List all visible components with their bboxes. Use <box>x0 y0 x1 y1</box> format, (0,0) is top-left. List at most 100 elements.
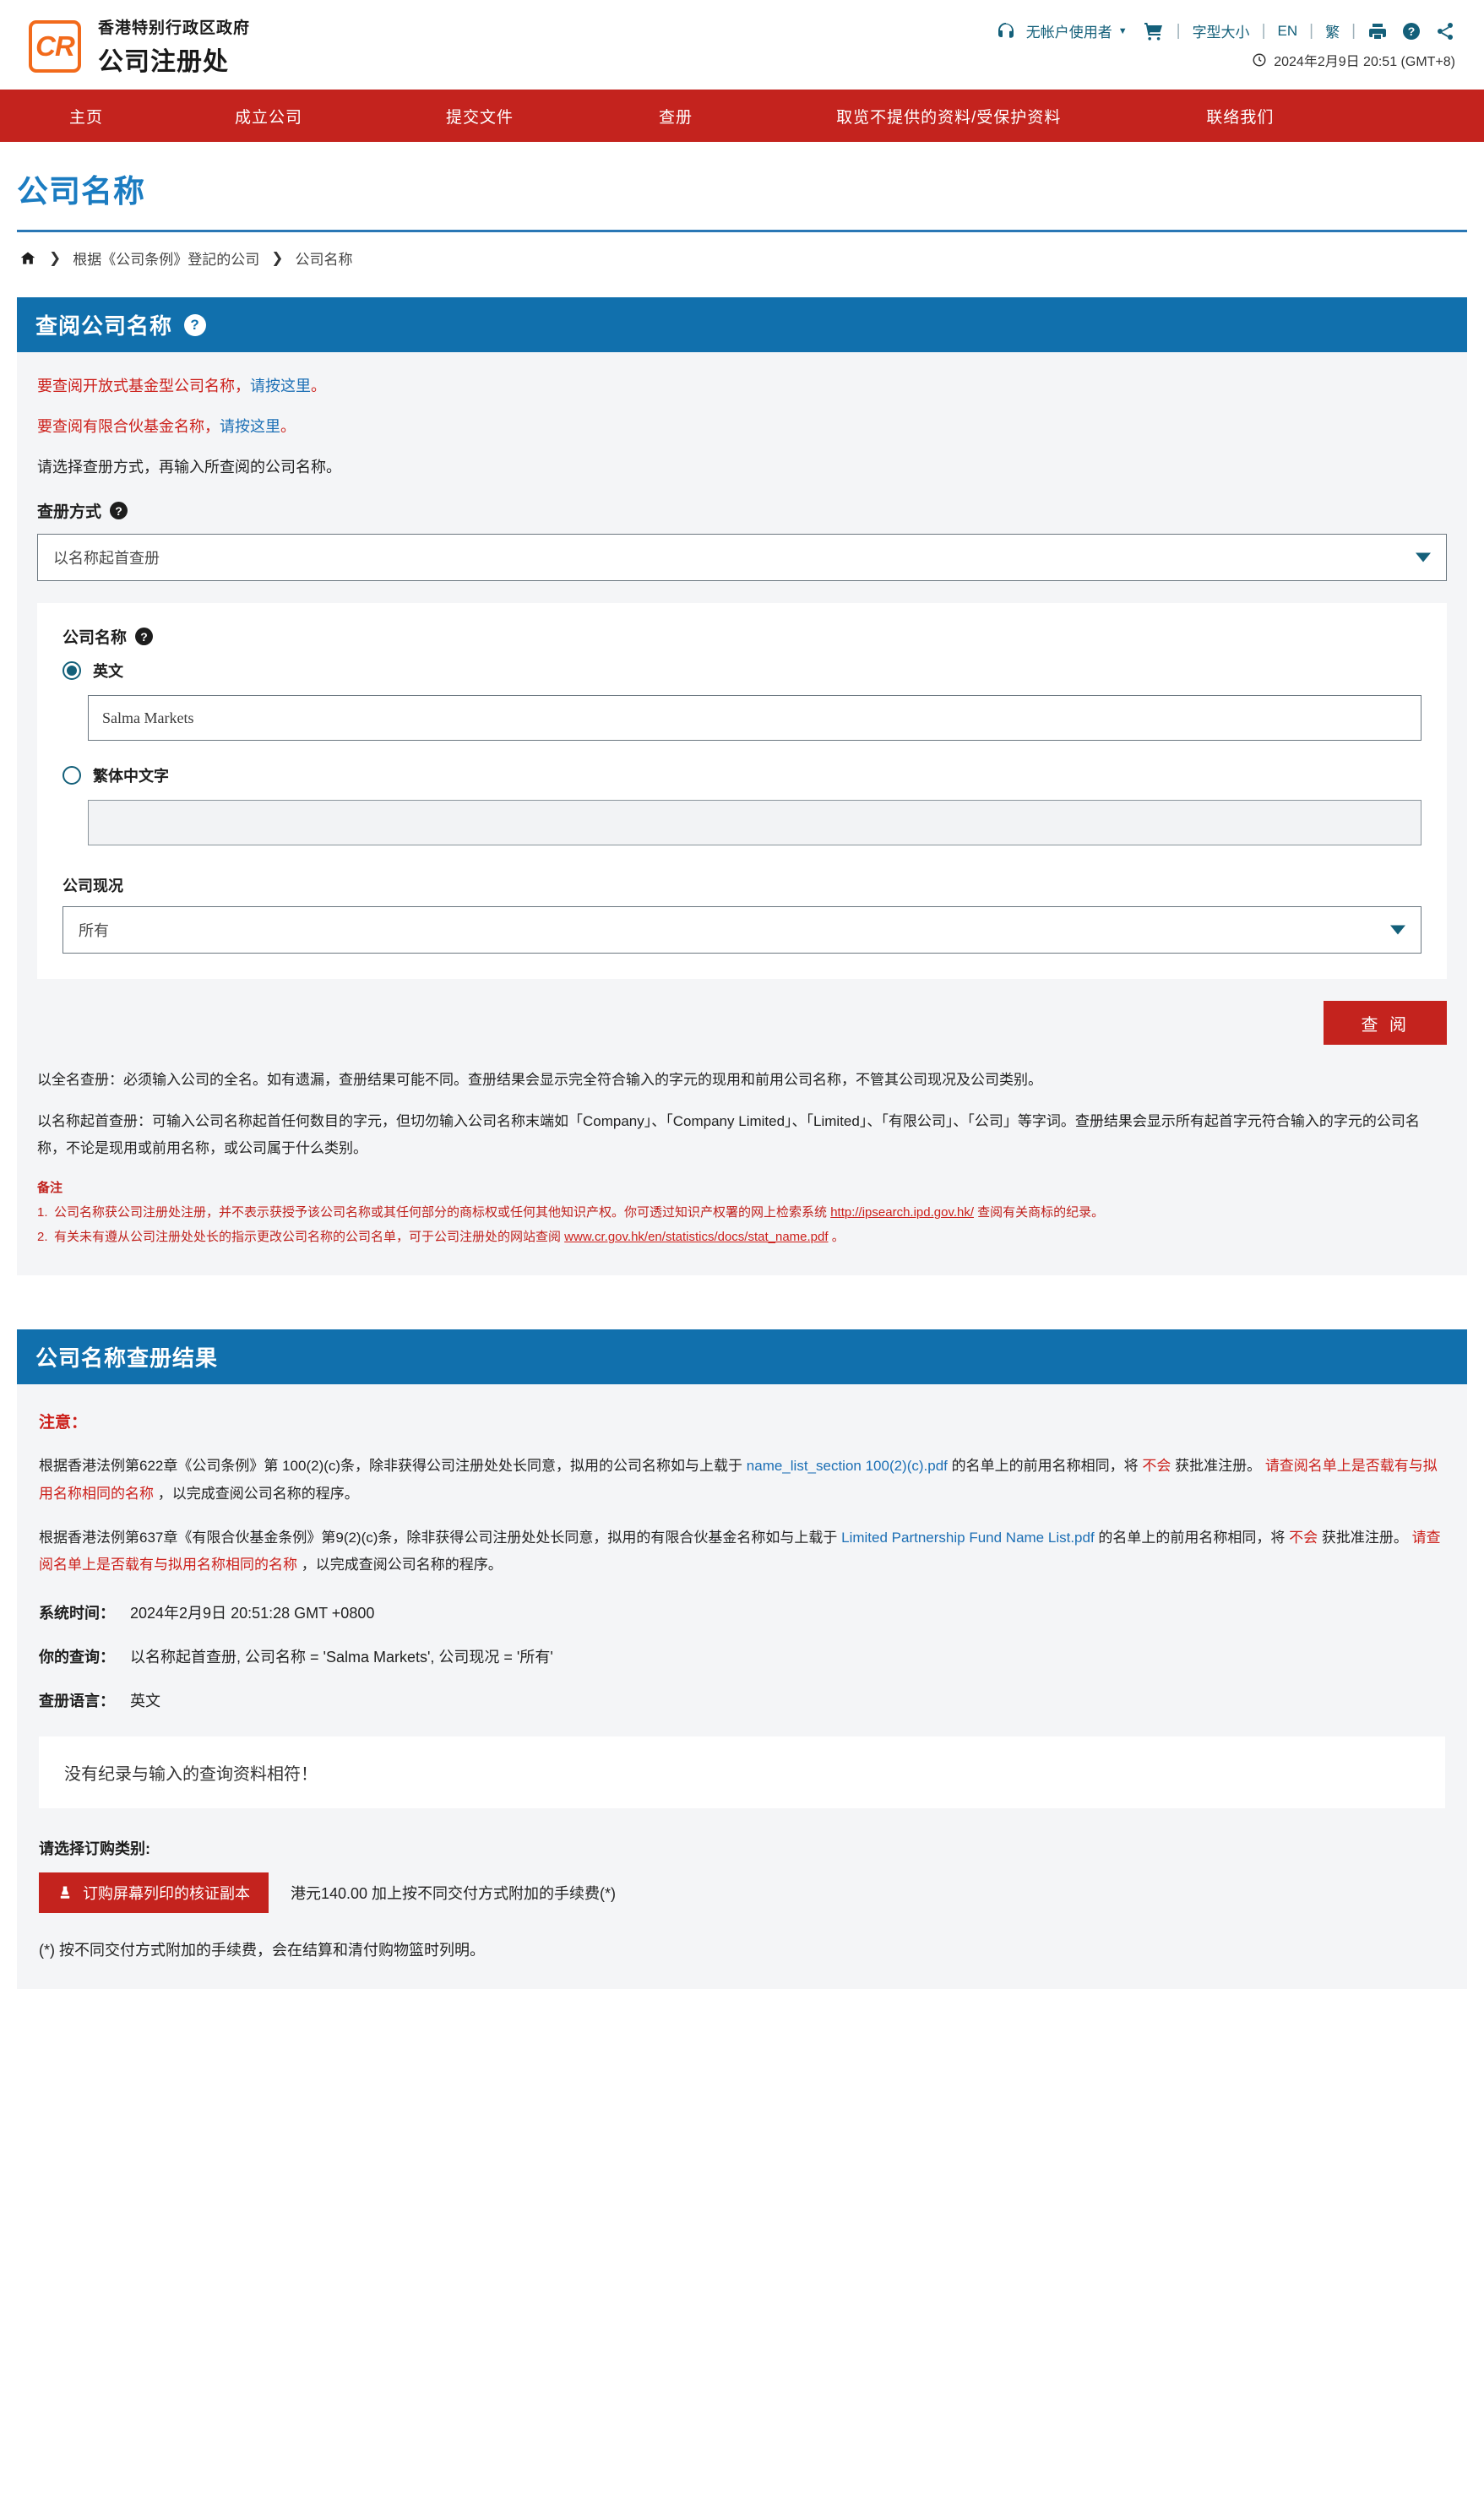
nav-item-incorporation[interactable]: 成立公司 <box>226 105 311 128</box>
radio-english[interactable] <box>63 661 81 680</box>
results-panel-body: 注意： 根据香港法例第622章《公司条例》第 100(2)(c)条，除非获得公司… <box>17 1384 1467 1989</box>
headset-icon[interactable] <box>996 21 1016 41</box>
tc-name-input[interactable] <box>88 800 1421 845</box>
results-note-paragraph-2: 根据香港法例第637章《有限合伙基金条例》第9(2)(c)条，除非获得公司注册处… <box>39 1524 1445 1579</box>
printer-icon[interactable] <box>1367 21 1388 41</box>
remark-2-pre: 有关未有遵从公司注册处处长的指示更改公司名称的公司名单，可于公司注册处的网站查阅 <box>54 1230 565 1245</box>
shopping-cart-icon[interactable] <box>1143 21 1165 41</box>
header-utility-bar: 无帐户使用者 ▼ | 字型大小 | EN | 繁 | ? <box>996 20 1455 41</box>
separator: | <box>1351 21 1356 40</box>
org-name-line2: 公司注册处 <box>98 48 229 76</box>
order-price-text: 港元140.00 加上按不同交付方式附加的手续费(*) <box>291 1884 617 1902</box>
ipsearch-link[interactable]: http://ipsearch.ipd.gov.hk/ <box>830 1205 974 1220</box>
breadcrumb-item-current: 公司名称 <box>295 252 353 268</box>
remarks-title: 备注 <box>37 1181 63 1196</box>
p2-a: 根据香港法例第637章《有限合伙基金条例》第9(2)(c)条，除非获得公司注册处… <box>39 1529 842 1546</box>
english-name-input[interactable] <box>88 695 1421 741</box>
ofc-notice-suffix: 。 <box>311 378 326 394</box>
search-results-panel: 公司名称查册结果 注意： 根据香港法例第622章《公司条例》第 100(2)(c… <box>17 1329 1467 1989</box>
p1-a: 根据香港法例第622章《公司条例》第 100(2)(c)条，除非获得公司注册处处… <box>39 1458 747 1475</box>
ofc-notice-link[interactable]: 请按这里 <box>250 378 311 394</box>
server-datetime: 2024年2月9日 20:51 (GMT+8) <box>996 50 1455 70</box>
p2-d: ，以完成查阅公司名称的程序。 <box>297 1557 503 1573</box>
radio-tc-label: 繁体中文字 <box>93 768 169 785</box>
remark-1-pre: 公司名称获公司注册处注册，并不表示获授予该公司名称或其任何部分的商标权或任何其他… <box>54 1205 831 1220</box>
nav-item-home[interactable]: 主页 <box>61 105 111 128</box>
order-button-label: 订购屏幕列印的核证副本 <box>83 1884 250 1902</box>
search-panel-body: 要查阅开放式基金型公司名称，请按这里。 要查阅有限合伙基金名称，请按这里。 请选… <box>17 352 1467 1276</box>
query-label: 你的查询： <box>39 1648 115 1666</box>
p2-c: 获批准注册。 <box>1318 1529 1412 1546</box>
radio-option-english[interactable]: 英文 <box>63 660 1421 682</box>
ofc-notice: 要查阅开放式基金型公司名称，请按这里。 <box>37 374 1447 396</box>
stat-name-pdf-link[interactable]: www.cr.gov.hk/en/statistics/docs/stat_na… <box>564 1230 828 1244</box>
breadcrumb: ❯ 根据《公司条例》登記的公司 ❯ 公司名称 <box>0 232 1484 282</box>
search-button[interactable]: 查 阅 <box>1324 1001 1447 1045</box>
page-title: 公司名称 <box>17 174 145 209</box>
help-icon[interactable]: ? <box>184 313 207 336</box>
nav-item-search[interactable]: 查册 <box>650 105 701 128</box>
company-name-label-row: 公司名称 ? <box>63 625 1421 648</box>
remarks-list: 1. 公司名称获公司注册处注册，并不表示获授予该公司名称或其任何部分的商标权或任何… <box>37 1201 1447 1248</box>
company-name-search-panel: 查阅公司名称 ? 要查阅开放式基金型公司名称，请按这里。 要查阅有限合伙基金名称… <box>17 297 1467 1276</box>
nav-item-protected-info[interactable]: 取览不提供的资料/受保护资料 <box>828 105 1069 128</box>
cr-logo: CR <box>29 20 81 73</box>
language-label: 查册语言： <box>39 1692 115 1709</box>
order-certified-copy-button[interactable]: 订购屏幕列印的核证副本 <box>39 1872 269 1913</box>
name-list-100-2-c-pdf-link[interactable]: name_list_section 100(2)(c).pdf <box>747 1458 948 1474</box>
attention-label: 注意： <box>39 1414 88 1432</box>
system-time-row: 系统时间： 2024年2月9日 20:51:28 GMT +0800 <box>39 1601 1445 1623</box>
system-time-label: 系统时间： <box>39 1604 115 1622</box>
company-status-select[interactable]: 所有 <box>63 906 1421 954</box>
explain-name-prefix: 以名称起首查册：可输入公司名称起首任何数目的字元，但切勿输入公司名称末端如「Co… <box>37 1113 1420 1156</box>
datetime-text: 2024年2月9日 20:51 (GMT+8) <box>1274 55 1455 69</box>
header-right: 无帐户使用者 ▼ | 字型大小 | EN | 繁 | ? 2024年2月9日 2… <box>996 15 1455 70</box>
search-mode-label-row: 查册方式 ? <box>37 499 1447 522</box>
query-row: 你的查询： 以名称起首查册, 公司名称 = 'Salma Markets', 公… <box>39 1645 1445 1667</box>
chevron-down-icon <box>1416 552 1431 562</box>
chevron-down-icon: ▼ <box>1117 25 1128 36</box>
p2-red1: 不会 <box>1289 1529 1318 1546</box>
lpf-name-list-pdf-link[interactable]: Limited Partnership Fund Name List.pdf <box>841 1530 1095 1546</box>
query-value: 以名称起首查册, 公司名称 = 'Salma Markets', 公司现况 = … <box>130 1648 553 1666</box>
stamp-icon <box>57 1884 73 1901</box>
org-name-line1: 香港特别行政区政府 <box>98 19 251 37</box>
order-type-title: 请选择订购类别: <box>39 1840 150 1857</box>
nav-item-contact-us[interactable]: 联络我们 <box>1198 105 1282 128</box>
help-icon[interactable]: ? <box>110 502 128 519</box>
lpf-notice-link[interactable]: 请按这里 <box>220 418 280 435</box>
lang-tc-link[interactable]: 繁 <box>1325 20 1340 41</box>
search-explanations: 以全名查册：必须输入公司的全名。如有遗漏，查册结果可能不同。查册结果会显示完全符… <box>37 1067 1447 1161</box>
brand[interactable]: CR 香港特别行政区政府 公司注册处 <box>29 15 250 78</box>
account-menu[interactable]: 无帐户使用者 ▼ <box>1026 20 1128 41</box>
share-icon[interactable] <box>1435 21 1455 41</box>
search-mode-select[interactable]: 以名称起首查册 <box>37 534 1447 581</box>
help-circle-icon[interactable]: ? <box>1401 21 1421 41</box>
home-icon[interactable] <box>19 250 37 267</box>
remark-number: 2. <box>37 1230 48 1245</box>
radio-traditional-chinese[interactable] <box>63 766 81 785</box>
lang-en-link[interactable]: EN <box>1278 23 1298 40</box>
p1-d: ，以完成查阅公司名称的程序。 <box>154 1485 359 1502</box>
account-label: 无帐户使用者 <box>1025 24 1112 41</box>
company-status-value: 所有 <box>79 922 109 939</box>
breadcrumb-separator: ❯ <box>49 249 62 266</box>
remark-number: 1. <box>37 1205 48 1220</box>
separator: | <box>1261 21 1266 40</box>
system-time-value: 2024年2月9日 20:51:28 GMT +0800 <box>130 1604 375 1622</box>
remark-item-1: 1. 公司名称获公司注册处注册，并不表示获授予该公司名称或其任何部分的商标权或任何… <box>37 1201 1447 1224</box>
breadcrumb-item-companies[interactable]: 根据《公司条例》登記的公司 <box>73 247 259 269</box>
language-row: 查册语言： 英文 <box>39 1689 1445 1711</box>
remark-item-2: 2. 有关未有遵从公司注册处处长的指示更改公司名称的公司名单，可于公司注册处的网站… <box>37 1226 1447 1248</box>
help-icon[interactable]: ? <box>135 628 154 645</box>
company-status-label: 公司现况 <box>63 878 123 894</box>
company-name-card: 公司名称 ? 英文 繁体中文字 公司现况 所有 <box>37 603 1447 979</box>
lpf-notice-suffix: 。 <box>280 418 296 435</box>
chevron-down-icon <box>1390 925 1405 935</box>
clock-icon <box>1252 52 1267 68</box>
search-intro-text: 请选择查册方式，再输入所查阅的公司名称。 <box>37 459 341 476</box>
nav-item-submit-documents[interactable]: 提交文件 <box>438 105 522 128</box>
no-records-message: 没有纪录与输入的查询资料相符！ <box>39 1736 1445 1808</box>
radio-option-tc[interactable]: 繁体中文字 <box>63 764 1421 786</box>
font-size-link[interactable]: 字型大小 <box>1193 20 1250 41</box>
